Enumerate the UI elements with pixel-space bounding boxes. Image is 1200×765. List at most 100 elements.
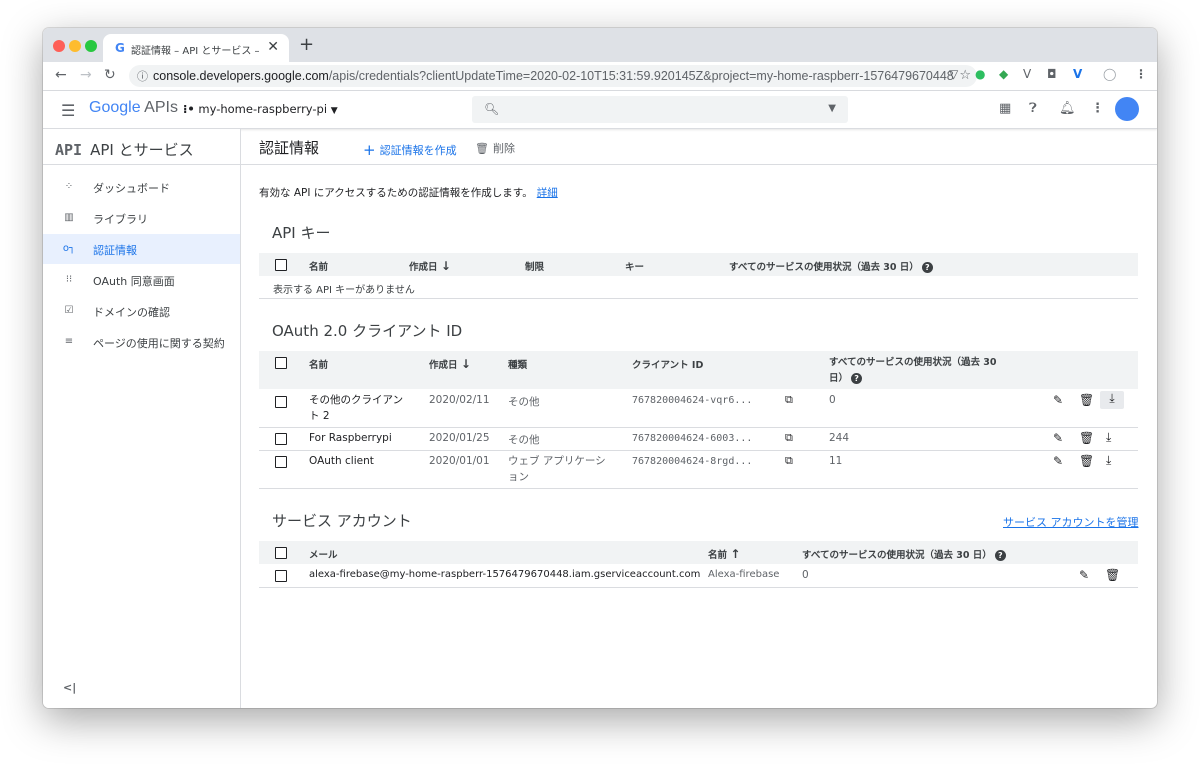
table-row[interactable]: alexa-firebase@my-home-raspberr-15764796…: [259, 565, 1138, 588]
col-name: 名前: [309, 262, 329, 273]
browser-window: G 認証情報 – API とサービス – my-h ✕ + ← → ↻ ⓘ co…: [43, 28, 1157, 708]
trash-icon[interactable]: 🗑︎: [1079, 454, 1094, 468]
col-name[interactable]: 名前 ↑: [708, 547, 740, 561]
sidebar-item-dashboard[interactable]: ⁘ ダッシュボード: [43, 172, 240, 202]
help-icon[interactable]: ❓︎: [1029, 101, 1037, 116]
back-icon[interactable]: ←: [55, 67, 67, 83]
extension-green-icon[interactable]: ◆: [999, 67, 1008, 81]
console-header: ☰ Google APIs ⁝• my-home-raspberry-pi ▼ …: [43, 91, 1157, 129]
client-id: 767820004624-6003...: [632, 433, 753, 444]
col-created[interactable]: 作成日 ↓: [429, 357, 471, 371]
extension-v-icon[interactable]: V: [1073, 67, 1082, 81]
api-icon: API: [55, 141, 83, 159]
copy-icon[interactable]: ⧉: [785, 454, 793, 468]
table-row[interactable]: その他のクライアント 2 2020/02/11 その他 767820004624…: [259, 390, 1138, 428]
dashboard-icon: ⁘: [64, 181, 74, 192]
row-checkbox[interactable]: [275, 396, 287, 408]
maximize-window-button[interactable]: [85, 40, 97, 52]
page-toolbar: 認証情報 + 認証情報を作成 🗑︎ 削除: [241, 129, 1157, 165]
client-name[interactable]: For Raspberrypi: [309, 432, 392, 444]
more-vert-icon[interactable]: ⋮: [1091, 101, 1104, 116]
vue-devtools-icon[interactable]: V: [1023, 67, 1031, 81]
delete-label: 削除: [492, 142, 515, 155]
sidebar-item-credentials[interactable]: o┐ 認証情報: [43, 234, 240, 264]
bell-icon[interactable]: 🔔︎: [1059, 101, 1076, 116]
gift-icon[interactable]: ▦: [999, 101, 1011, 116]
download-icon[interactable]: ⤓: [1100, 391, 1124, 409]
bookmark-star-icon[interactable]: ☆: [959, 68, 971, 83]
edit-icon[interactable]: ✎: [1079, 568, 1089, 582]
search-input[interactable]: 🔍︎ ▼: [472, 96, 848, 123]
row-checkbox[interactable]: [275, 433, 287, 445]
learn-more-link[interactable]: 詳細: [537, 187, 558, 199]
evernote-icon[interactable]: ●: [975, 67, 985, 81]
select-all-checkbox[interactable]: [275, 259, 287, 271]
download-icon[interactable]: ⤓: [1106, 453, 1111, 468]
trash-icon[interactable]: 🗑︎: [1079, 431, 1094, 445]
create-credentials-button[interactable]: + 認証情報を作成: [363, 140, 457, 159]
client-name[interactable]: その他のクライアント 2: [309, 392, 407, 424]
pocket-icon[interactable]: ▽: [949, 67, 958, 81]
help-icon[interactable]: ?: [994, 550, 1006, 561]
reload-icon[interactable]: ↻: [104, 67, 116, 83]
client-created: 2020/02/11: [429, 394, 490, 406]
browser-tab[interactable]: G 認証情報 – API とサービス – my-h ✕: [103, 34, 289, 62]
forward-icon[interactable]: →: [80, 67, 92, 83]
camera-icon[interactable]: ◘: [1047, 67, 1057, 81]
help-icon[interactable]: ?: [921, 262, 933, 273]
profile-icon[interactable]: ◯: [1103, 67, 1116, 81]
minimize-window-button[interactable]: [69, 40, 81, 52]
collapse-sidebar-icon[interactable]: <|: [63, 681, 76, 694]
intro-text: 有効な API にアクセスするための認証情報を作成します。 詳細: [259, 185, 558, 200]
select-all-checkbox[interactable]: [275, 547, 287, 559]
trash-icon[interactable]: 🗑︎: [1079, 393, 1094, 407]
service-account-email[interactable]: alexa-firebase@my-home-raspberr-15764796…: [309, 569, 700, 580]
logo-google: Google: [89, 99, 141, 116]
logo-apis: APIs: [144, 99, 178, 116]
edit-icon[interactable]: ✎: [1053, 454, 1063, 468]
col-created[interactable]: 作成日 ↓: [409, 259, 451, 273]
project-selector[interactable]: ⁝• my-home-raspberry-pi ▼: [183, 102, 338, 116]
table-row[interactable]: For Raspberrypi 2020/01/25 その他 767820004…: [259, 428, 1138, 451]
copy-icon[interactable]: ⧉: [785, 393, 793, 407]
row-checkbox[interactable]: [275, 456, 287, 468]
url-path: /apis/credentials?clientUpdateTime=2020-…: [328, 69, 954, 83]
close-window-button[interactable]: [53, 40, 65, 52]
row-checkbox[interactable]: [275, 570, 287, 582]
manage-service-accounts-link[interactable]: サービス アカウントを管理: [1003, 514, 1139, 530]
tab-close-icon[interactable]: ✕: [267, 39, 279, 55]
api-keys-table-header: 名前 作成日 ↓ 制限 キー すべてのサービスの使用状況（過去 30 日）?: [259, 253, 1138, 276]
project-name: my-home-raspberry-pi: [198, 102, 328, 116]
client-usage: 0: [829, 394, 836, 406]
client-name[interactable]: OAuth client: [309, 455, 374, 467]
sidebar-item-page-usage-agreements[interactable]: ≡ ページの使用に関する契約: [43, 327, 240, 357]
sidebar-item-label: ライブラリ: [93, 213, 148, 226]
info-icon[interactable]: ⓘ: [137, 68, 148, 84]
google-apis-logo[interactable]: Google APIs: [89, 99, 178, 117]
sidebar-title-text: API とサービス: [90, 141, 194, 159]
avatar[interactable]: [1115, 97, 1139, 121]
table-row[interactable]: OAuth client 2020/01/01 ウェブ アプリケーション 767…: [259, 451, 1138, 489]
chrome-menu-icon[interactable]: ⋮: [1135, 67, 1147, 81]
settings-list-icon: ≡: [64, 336, 74, 347]
col-created-label: 作成日: [429, 360, 458, 371]
new-tab-button[interactable]: +: [299, 34, 314, 55]
edit-icon[interactable]: ✎: [1053, 393, 1063, 407]
domain-icon: ☑: [64, 305, 74, 316]
col-key: キー: [625, 262, 645, 273]
edit-icon[interactable]: ✎: [1053, 431, 1063, 445]
search-dropdown-icon[interactable]: ▼: [828, 103, 836, 114]
trash-icon[interactable]: 🗑︎: [1105, 568, 1120, 582]
sidebar-item-library[interactable]: ▥ ライブラリ: [43, 203, 240, 233]
download-icon[interactable]: ⤓: [1106, 430, 1111, 445]
menu-icon[interactable]: ☰: [61, 101, 75, 120]
help-icon[interactable]: ?: [851, 373, 863, 384]
sidebar-item-domain-verification[interactable]: ☑ ドメインの確認: [43, 296, 240, 326]
sidebar-item-oauth-consent[interactable]: ⁝⁝ OAuth 同意画面: [43, 265, 240, 295]
delete-button[interactable]: 🗑︎ 削除: [475, 140, 515, 156]
copy-icon[interactable]: ⧉: [785, 431, 793, 445]
select-all-checkbox[interactable]: [275, 357, 287, 369]
consent-icon: ⁝⁝: [65, 274, 73, 285]
url-field[interactable]: ⓘ console.developers.google.com/apis/cre…: [129, 65, 977, 87]
service-accounts-title: サービス アカウント: [272, 512, 412, 530]
